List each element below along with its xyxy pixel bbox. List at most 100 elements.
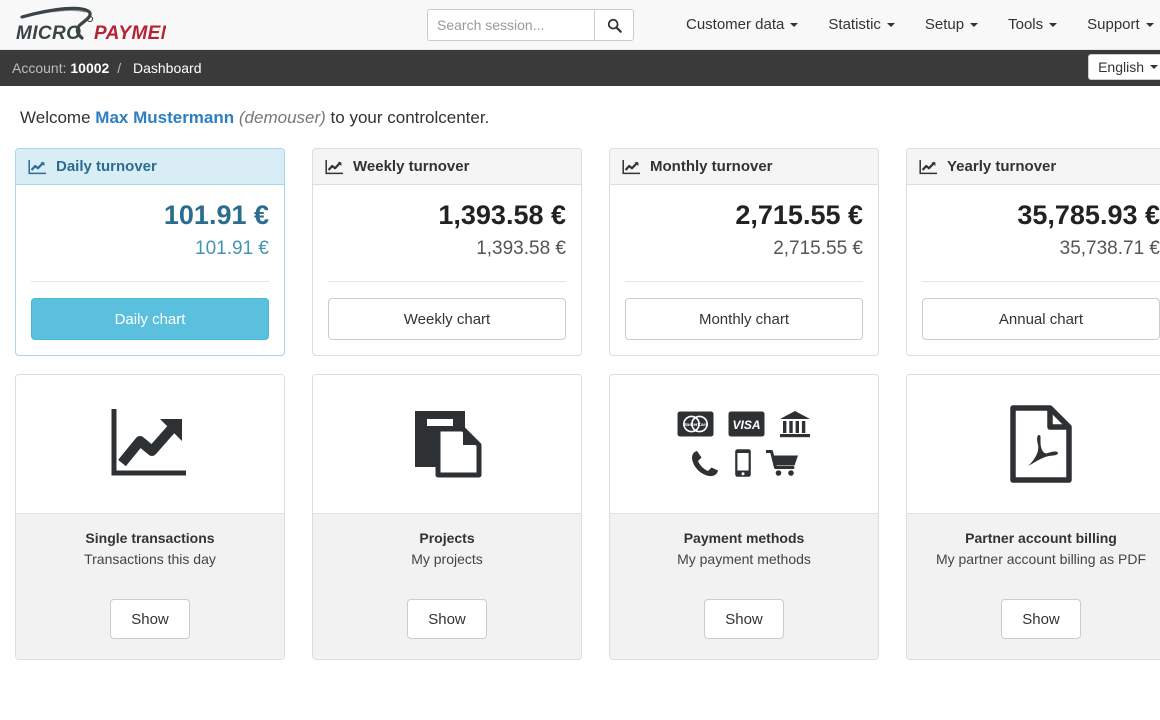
- chevron-down-icon: [790, 23, 799, 27]
- documents-copy-icon: [415, 411, 482, 478]
- breadcrumb-separator: /: [117, 60, 122, 76]
- dashboard-column-4: Yearly turnover 35,785.93 € 35,738.71 € …: [906, 148, 1160, 661]
- dashboard-column-3: Monthly turnover 2,715.55 € 2,715.55 € M…: [609, 148, 879, 661]
- dashboard-grid: Daily turnover 101.91 € 101.91 € Daily c…: [0, 148, 1160, 661]
- turnover-amount-main: 35,785.93 €: [1017, 200, 1160, 230]
- feature-card-footer: Partner account billing My partner accou…: [907, 513, 1160, 660]
- breadcrumb-account-label: Account:: [12, 60, 67, 76]
- search-input[interactable]: [427, 9, 594, 41]
- feature-card-subtitle: My partner account billing as PDF: [935, 551, 1147, 568]
- turnover-card-daily: Daily turnover 101.91 € 101.91 € Daily c…: [15, 148, 285, 357]
- chevron-down-icon: [1049, 23, 1058, 27]
- mobile-icon: [734, 449, 751, 478]
- turnover-card-yearly: Yearly turnover 35,785.93 € 35,738.71 € …: [906, 148, 1160, 357]
- top-navbar: MICRO PAYMENT Customer data Statistic: [0, 0, 1160, 50]
- turnover-amount-main: 101.91 €: [163, 200, 269, 230]
- nav-item-support[interactable]: Support: [1072, 9, 1160, 41]
- turnover-amount-sub: 35,738.71 €: [1059, 237, 1160, 259]
- welcome-suffix: to your controlcenter.: [330, 108, 490, 127]
- annual-chart-button[interactable]: Annual chart: [922, 298, 1160, 341]
- show-button-payment-methods[interactable]: Show: [704, 599, 784, 640]
- nav-item-label: Statistic: [828, 16, 881, 33]
- divider: [328, 281, 566, 283]
- nav-item-tools[interactable]: Tools: [993, 9, 1072, 41]
- monthly-chart-button[interactable]: Monthly chart: [625, 298, 863, 341]
- svg-text:MasterCard: MasterCard: [683, 422, 708, 427]
- breadcrumb-account-number[interactable]: 10002: [70, 60, 109, 76]
- feature-icon-wrap: [16, 375, 284, 514]
- feature-card-title: Single transactions: [85, 530, 215, 547]
- turnover-card-body: 1,393.58 € 1,393.58 € Weekly chart: [313, 185, 581, 355]
- daily-chart-button[interactable]: Daily chart: [31, 298, 269, 341]
- chevron-down-icon: [1150, 65, 1158, 69]
- dashboard-column-1: Daily turnover 101.91 € 101.91 € Daily c…: [15, 148, 285, 661]
- welcome-user-name[interactable]: Max Mustermann: [95, 108, 234, 127]
- show-button-projects[interactable]: Show: [407, 599, 487, 640]
- divider: [625, 281, 863, 283]
- turnover-card-header: Weekly turnover: [313, 149, 581, 185]
- turnover-card-monthly: Monthly turnover 2,715.55 € 2,715.55 € M…: [609, 148, 879, 357]
- payment-icons-row-1: MasterCard VISA: [677, 410, 811, 438]
- welcome-message: Welcome Max Mustermann (demouser) to you…: [20, 108, 1160, 128]
- line-chart-icon: [622, 159, 641, 175]
- turnover-card-title: Weekly turnover: [353, 158, 470, 175]
- svg-text:VISA: VISA: [732, 418, 760, 432]
- growth-chart-icon: [111, 409, 186, 476]
- line-chart-icon: [28, 159, 47, 175]
- chevron-down-icon: [1145, 23, 1154, 27]
- pdf-file-icon: [1010, 405, 1072, 484]
- dashboard-column-2: Weekly turnover 1,393.58 € 1,393.58 € We…: [312, 148, 582, 661]
- breadcrumb-bar: Account: 10002 / Dashboard English: [0, 50, 1160, 86]
- language-selector[interactable]: English: [1088, 54, 1160, 80]
- turnover-amount-main: 1,393.58 €: [438, 200, 566, 230]
- turnover-card-title: Monthly turnover: [650, 158, 773, 175]
- feature-card-projects: Projects My projects Show: [312, 374, 582, 661]
- line-chart-icon: [919, 159, 938, 175]
- payment-methods-icons: MasterCard VISA: [677, 410, 811, 478]
- breadcrumb: Account: 10002 / Dashboard: [12, 60, 201, 76]
- feature-card-footer: Single transactions Transactions this da…: [16, 513, 284, 660]
- feature-card-subtitle: My projects: [411, 551, 483, 568]
- navbar-center: Customer data Statistic Setup Tools Supp…: [427, 9, 1160, 41]
- feature-card-partner-account-billing: Partner account billing My partner accou…: [906, 374, 1160, 661]
- turnover-card-header: Daily turnover: [16, 149, 284, 185]
- nav-item-setup[interactable]: Setup: [910, 9, 993, 41]
- nav-item-label: Tools: [1008, 16, 1044, 33]
- feature-card-footer: Projects My projects Show: [313, 513, 581, 660]
- show-button-single-transactions[interactable]: Show: [110, 599, 190, 640]
- turnover-card-header: Monthly turnover: [610, 149, 878, 185]
- payment-icons-row-2: [677, 448, 811, 478]
- visa-icon: VISA: [728, 411, 765, 437]
- welcome-user-handle: (demouser): [238, 108, 326, 127]
- breadcrumb-page: Dashboard: [132, 60, 202, 76]
- feature-card-subtitle: My payment methods: [677, 551, 811, 568]
- feature-icon-wrap: [907, 375, 1160, 514]
- bank-icon: [780, 411, 810, 438]
- feature-card-subtitle: Transactions this day: [84, 551, 216, 568]
- feature-card-payment-methods: MasterCard VISA Payment methods My payme…: [609, 374, 879, 661]
- svg-text:MICRO: MICRO: [16, 23, 81, 42]
- nav-item-customer-data[interactable]: Customer data: [671, 9, 813, 41]
- search-group: [427, 9, 634, 41]
- svg-text:PAYMENT: PAYMENT: [94, 23, 166, 42]
- welcome-prefix: Welcome: [20, 108, 91, 127]
- brand-logo[interactable]: MICRO PAYMENT: [14, 6, 166, 42]
- language-selector-label: English: [1098, 59, 1144, 75]
- nav-item-label: Customer data: [686, 16, 785, 33]
- line-chart-icon: [325, 159, 344, 175]
- weekly-chart-button[interactable]: Weekly chart: [328, 298, 566, 341]
- turnover-card-header: Yearly turnover: [907, 149, 1160, 185]
- feature-icon-wrap: MasterCard VISA: [610, 375, 878, 514]
- show-button-partner-account-billing[interactable]: Show: [1001, 599, 1081, 640]
- feature-icon-wrap: [313, 375, 581, 514]
- turnover-card-title: Yearly turnover: [947, 158, 1057, 175]
- divider: [922, 281, 1160, 283]
- search-button[interactable]: [594, 9, 634, 41]
- turnover-card-body: 35,785.93 € 35,738.71 € Annual chart: [907, 185, 1160, 355]
- turnover-card-title: Daily turnover: [56, 158, 157, 175]
- mastercard-icon: MasterCard: [677, 411, 714, 437]
- nav-item-statistic[interactable]: Statistic: [813, 9, 910, 41]
- feature-card-title: Projects: [419, 530, 475, 547]
- turnover-amount-main: 2,715.55 €: [735, 200, 863, 230]
- divider: [31, 281, 269, 283]
